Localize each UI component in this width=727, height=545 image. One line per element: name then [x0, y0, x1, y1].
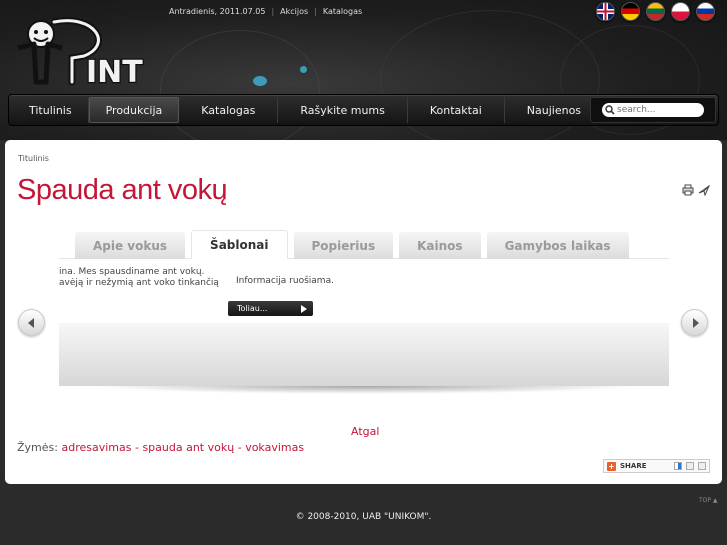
nav-item-kontaktai[interactable]: Kontaktai	[408, 97, 505, 123]
iprint-logo[interactable]: INT	[14, 14, 159, 86]
date-text: Antradienis, 2011.07.05	[169, 6, 266, 16]
flag-de-icon[interactable]	[621, 2, 640, 21]
share-button[interactable]: + SHARE	[603, 459, 710, 473]
main-nav: Titulinis Produkcija Katalogas Rašykite …	[8, 94, 719, 126]
nav-item-produkcija[interactable]: Produkcija	[88, 97, 180, 123]
tab-popierius[interactable]: Popierius	[293, 232, 394, 259]
breadcrumb[interactable]: Titulinis	[18, 154, 49, 163]
top-link[interactable]: TOP ▲	[699, 497, 718, 504]
search-input[interactable]	[617, 104, 699, 116]
search-icon	[605, 105, 615, 115]
search-field-wrapper	[602, 103, 704, 117]
nav-item-naujienos[interactable]: Naujienos	[505, 97, 603, 123]
slider-tabs: Apie vokus Šablonai Popierius Kainos Gam…	[75, 230, 629, 259]
page-tools	[682, 184, 710, 196]
nav-item-katalogas[interactable]: Katalogas	[179, 97, 279, 123]
slide-text-previous: ina. Mes spausdiname ant vokų. avėją ir …	[59, 267, 219, 288]
slide-info-text: Informacija ruošiama.	[236, 276, 334, 286]
delicious-icon	[674, 462, 682, 470]
flag-en-icon[interactable]	[596, 2, 615, 21]
arrow-right-icon	[692, 317, 699, 328]
slider-prev-button[interactable]	[18, 309, 45, 336]
flag-lt-icon[interactable]	[646, 2, 665, 21]
stumble-icon	[698, 462, 706, 470]
tag-spauda-ant-voku[interactable]: spauda ant vokų	[142, 441, 234, 454]
content-panel: Titulinis Spauda ant vokų Apie vokus Šab…	[5, 140, 722, 484]
flag-pl-icon[interactable]	[671, 2, 690, 21]
language-flags	[596, 2, 715, 21]
nav-item-titulinis[interactable]: Titulinis	[13, 97, 89, 123]
header: INT Antradienis, 2011.07.05 | Akcijos | …	[0, 0, 727, 140]
arrow-left-icon	[27, 317, 34, 328]
slide-panel	[59, 323, 669, 386]
tab-sablonai[interactable]: Šablonai	[191, 230, 288, 259]
tags-label: Žymės:	[17, 441, 58, 454]
more-button[interactable]: Toliau...	[228, 301, 313, 316]
tab-apie-vokus[interactable]: Apie vokus	[75, 232, 186, 259]
content-slider: Apie vokus Šablonai Popierius Kainos Gam…	[59, 230, 669, 395]
nav-item-rasykite-mums[interactable]: Rašykite mums	[278, 97, 408, 123]
back-link[interactable]: Atgal	[351, 425, 379, 438]
katalogas-link[interactable]: Katalogas	[319, 7, 366, 16]
search-box	[590, 97, 716, 123]
share-plus-icon: +	[607, 461, 616, 471]
slider-next-button[interactable]	[681, 309, 708, 336]
page-title: Spauda ant vokų	[17, 174, 228, 206]
print-icon[interactable]	[682, 184, 694, 196]
tab-gamybos-laikas[interactable]: Gamybos laikas	[486, 232, 629, 259]
more-button-label: Toliau...	[237, 304, 268, 313]
digg-icon	[686, 462, 694, 470]
tags-line: Žymės: adresavimas - spauda ant vokų - v…	[17, 441, 305, 454]
svg-text:INT: INT	[86, 55, 143, 86]
email-icon[interactable]	[698, 184, 710, 196]
share-label: SHARE	[620, 462, 647, 470]
play-arrow-icon	[301, 304, 307, 313]
top-bar: Antradienis, 2011.07.05 | Akcijos | Kata…	[165, 5, 366, 17]
decor-dot	[300, 66, 307, 73]
tag-vokavimas[interactable]: vokavimas	[245, 441, 304, 454]
footer-copyright: © 2008-2010, UAB "UNIKOM".	[295, 512, 432, 522]
tab-kainos[interactable]: Kainos	[399, 232, 481, 259]
tag-adresavimas[interactable]: adresavimas	[61, 441, 131, 454]
decor-dot	[253, 76, 267, 86]
flag-ru-icon[interactable]	[696, 2, 715, 21]
akcijos-link[interactable]: Akcijos	[276, 7, 312, 16]
